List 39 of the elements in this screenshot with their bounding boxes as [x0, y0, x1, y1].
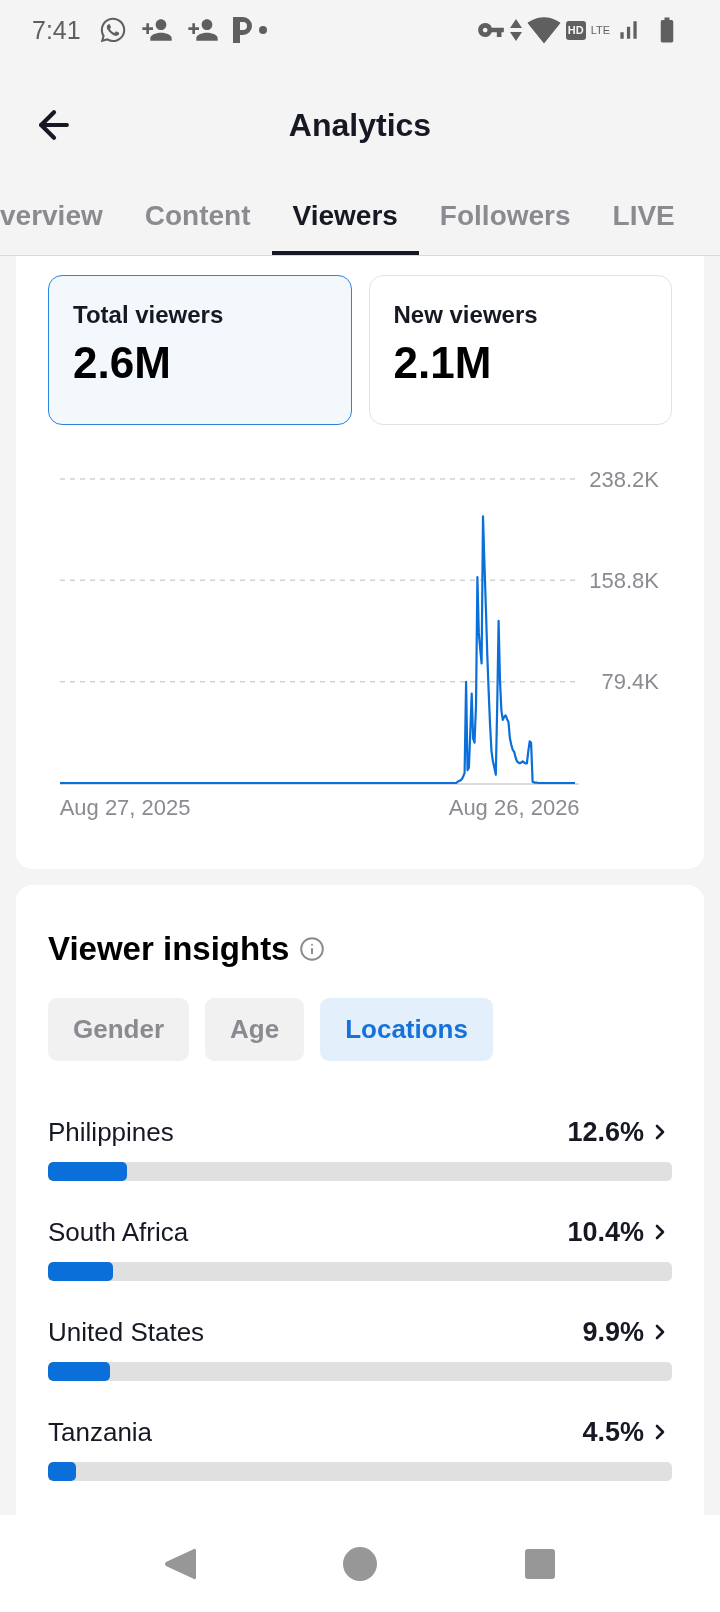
metric-label: Total viewers [73, 300, 224, 330]
nav-back-icon[interactable] [164, 1546, 196, 1581]
metric-value: 2.6M [73, 338, 171, 388]
location-name: Tanzania [48, 1416, 153, 1448]
y-axis-label: 158.8K [589, 567, 659, 593]
network-type-label: LTE [590, 23, 610, 37]
x-axis-label: Aug 26, 2026 [448, 795, 580, 820]
notification-dot-icon [258, 26, 267, 34]
network-type-badge: HD [565, 20, 586, 40]
chat-bubble-icon [98, 16, 127, 44]
tab[interactable]: verview [0, 190, 124, 255]
filter-chip[interactable]: Gender [48, 998, 190, 1061]
metric-label: New viewers [393, 300, 538, 330]
y-axis-label: 79.4K [601, 669, 659, 695]
metric-value: 2.1M [393, 338, 492, 388]
location-name: Philippines [48, 1116, 174, 1148]
location-share: 4.5% [582, 1416, 644, 1448]
x-axis-label: Aug 27, 2025 [59, 795, 191, 820]
location-name: South Africa [48, 1216, 189, 1248]
metric-card[interactable]: Total viewers 2.6M [48, 275, 352, 425]
filter-chip[interactable]: Age [205, 998, 305, 1061]
tab[interactable]: LIVE [591, 190, 696, 255]
location-share: 12.6% [567, 1116, 644, 1148]
nav-home-icon[interactable] [343, 1546, 377, 1581]
metric-card[interactable]: New viewers 2.1M [368, 275, 672, 425]
data-arrows-icon [509, 19, 522, 41]
info-icon[interactable] [299, 936, 326, 962]
app-logo-icon [232, 17, 253, 43]
page-title: Analytics [287, 106, 433, 144]
tab[interactable]: Followers [418, 190, 592, 255]
location-name: United States [48, 1316, 205, 1348]
location-share: 9.9% [582, 1316, 644, 1348]
nav-recents-icon[interactable] [525, 1548, 555, 1579]
tab[interactable]: Content [123, 190, 272, 255]
status-time: 7:41 [32, 15, 81, 45]
location-share: 10.4% [567, 1216, 644, 1248]
y-axis-label: 238.2K [589, 466, 659, 492]
filter-chip[interactable]: Locations [320, 998, 493, 1061]
section-title: Viewer insights [48, 929, 290, 969]
